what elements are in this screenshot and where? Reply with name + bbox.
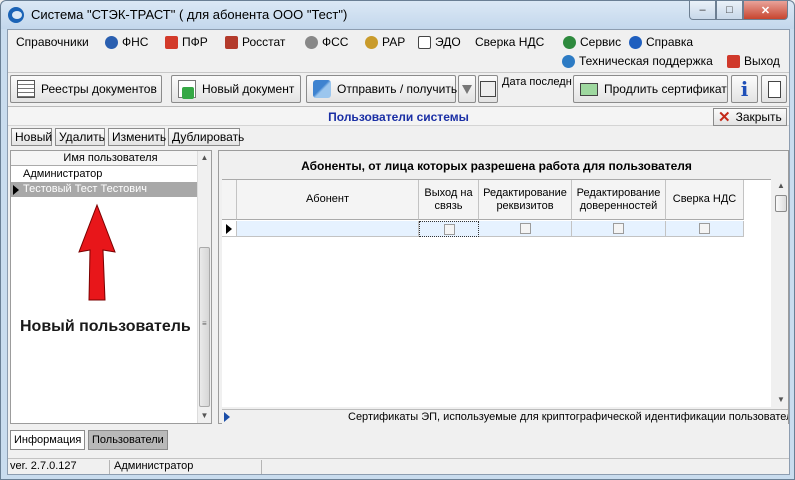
annotation-caption: Новый пользователь xyxy=(20,318,191,335)
annotation-arrow xyxy=(78,203,116,301)
